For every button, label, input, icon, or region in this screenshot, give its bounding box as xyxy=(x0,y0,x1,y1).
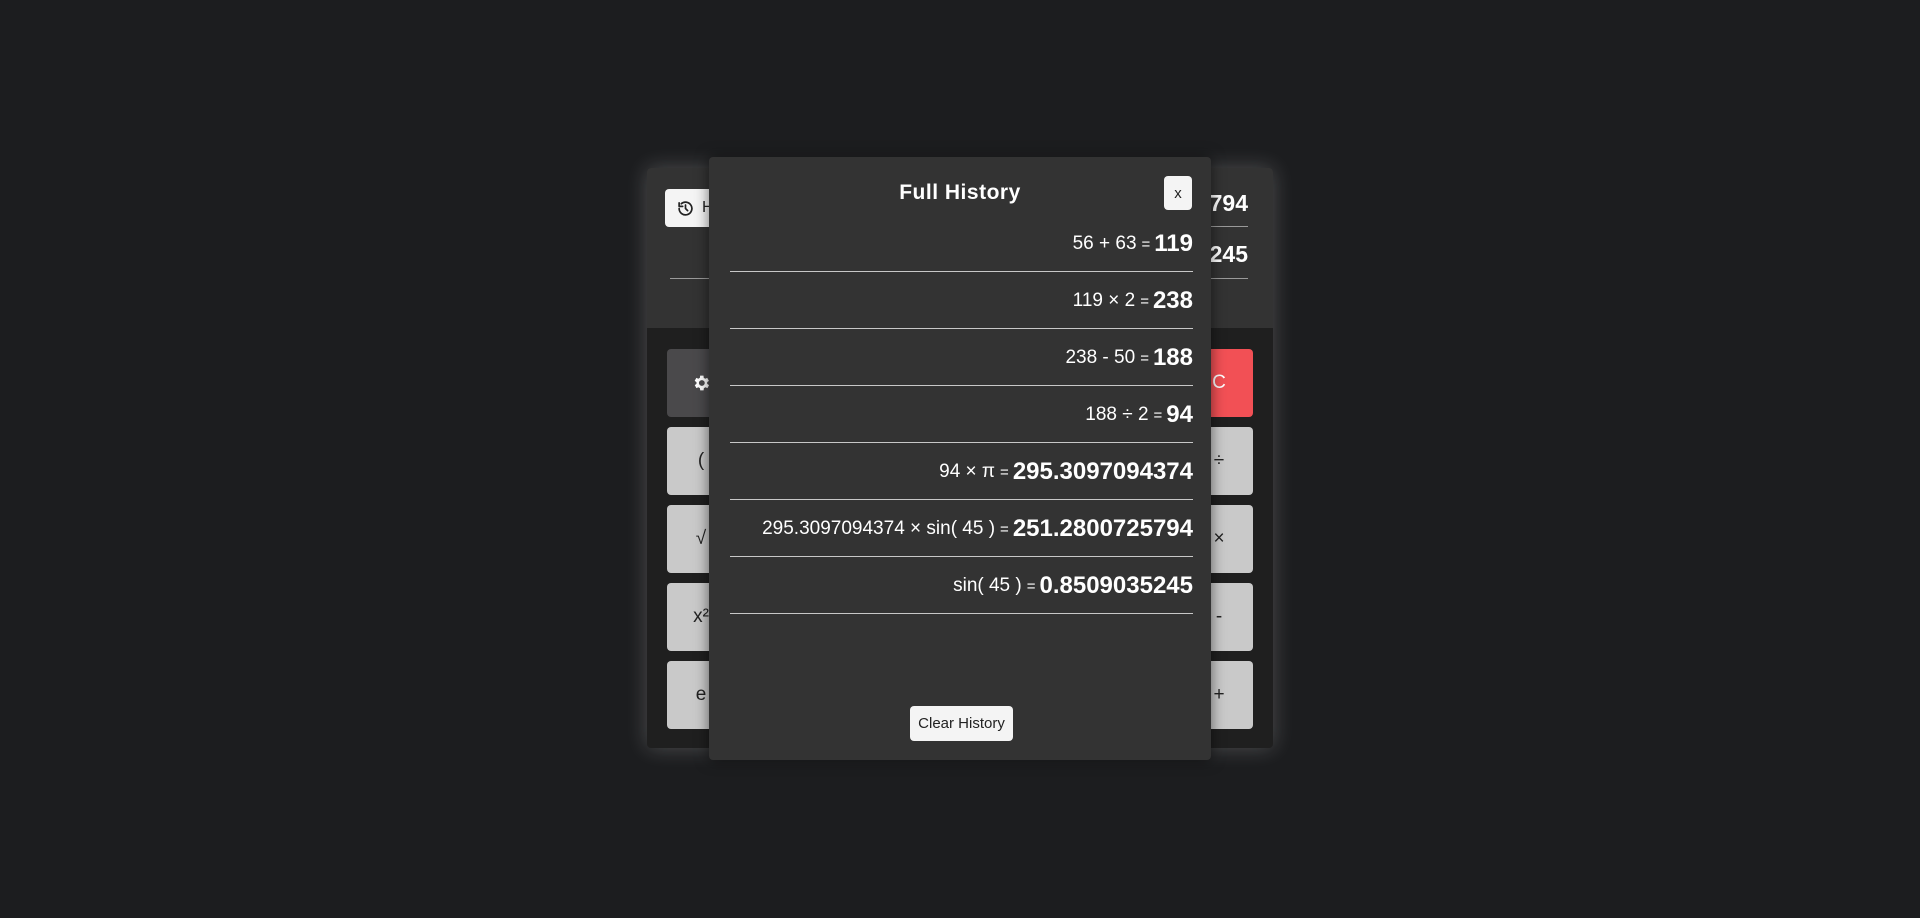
history-entry[interactable]: 119 × 2 = 238 xyxy=(730,272,1193,329)
close-button[interactable]: x xyxy=(1164,176,1192,210)
equals-sign: = xyxy=(1140,349,1149,367)
entry-expression: 188 ÷ 2 xyxy=(1085,404,1149,425)
entry-expression: 119 × 2 xyxy=(1072,290,1136,311)
entry-result: 119 xyxy=(1154,230,1193,257)
display-current-result: 245 xyxy=(1209,241,1248,267)
history-list: 56 + 63 = 119 119 × 2 = 238 238 - 50 = 1… xyxy=(730,215,1193,614)
entry-result: 188 xyxy=(1152,344,1193,371)
history-entry[interactable]: 56 + 63 = 119 xyxy=(730,215,1193,272)
entry-result: 0.8509035245 xyxy=(1039,572,1194,599)
entry-expression: 56 + 63 xyxy=(1072,233,1137,254)
entry-expression: 238 - 50 xyxy=(1065,347,1136,368)
history-entry[interactable]: 295.3097094374 × sin( 45 ) = 251.2800725… xyxy=(730,500,1193,557)
equals-sign: = xyxy=(1141,235,1151,253)
equals-sign: = xyxy=(1000,463,1009,481)
entry-result: 295.3097094374 xyxy=(1012,458,1193,485)
entry-expression: 94 × π xyxy=(939,461,996,482)
display-previous-result: 794 xyxy=(1209,190,1248,216)
equals-sign: = xyxy=(1000,520,1009,538)
clear-history-button[interactable]: Clear History xyxy=(910,706,1013,741)
history-entry[interactable]: 94 × π = 295.3097094374 xyxy=(730,443,1193,500)
entry-expression: 295.3097094374 × sin( 45 ) xyxy=(762,518,996,539)
entry-result: 251.2800725794 xyxy=(1012,515,1193,542)
entry-result: 94 xyxy=(1166,401,1193,428)
equals-sign: = xyxy=(1153,406,1163,424)
equals-sign: = xyxy=(1140,292,1149,310)
history-icon xyxy=(678,200,693,216)
history-entry[interactable]: 238 - 50 = 188 xyxy=(730,329,1193,386)
entry-result: 238 xyxy=(1152,287,1193,314)
history-entry[interactable]: sin( 45 ) = 0.8509035245 xyxy=(730,557,1193,614)
entry-expression: sin( 45 ) xyxy=(953,575,1022,596)
history-entry[interactable]: 188 ÷ 2 = 94 xyxy=(730,386,1193,443)
history-modal: Full History x 56 + 63 = 119 119 × 2 = 2… xyxy=(709,157,1211,760)
equals-sign: = xyxy=(1026,577,1036,595)
gear-icon xyxy=(694,375,710,391)
modal-title: Full History xyxy=(899,181,1021,204)
